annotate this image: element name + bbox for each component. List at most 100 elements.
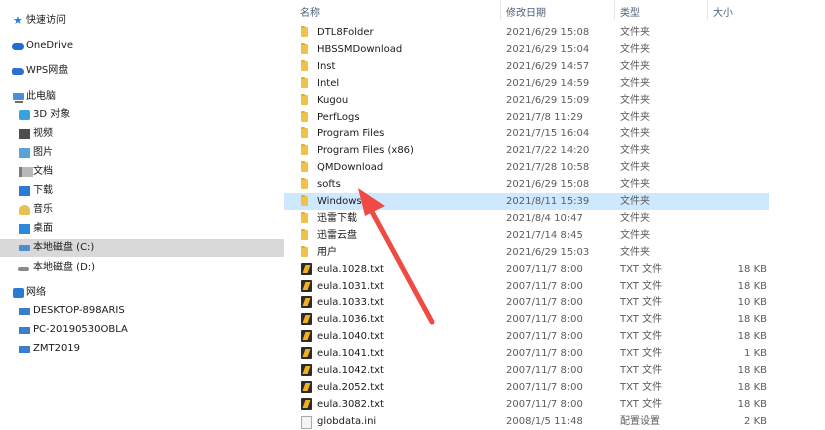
file-row[interactable]: PerfLogs 2021/7/8 11:29 文件夹 bbox=[284, 109, 769, 126]
folder-icon bbox=[301, 178, 308, 190]
file-row[interactable]: Program Files (x86) 2021/7/22 14:20 文件夹 bbox=[284, 142, 769, 159]
file-date: 2021/7/14 8:45 bbox=[506, 229, 583, 241]
file-type: 文件夹 bbox=[620, 196, 650, 207]
file-row[interactable]: Kugou 2021/6/29 15:09 文件夹 bbox=[284, 92, 769, 109]
folder-icon bbox=[301, 144, 308, 156]
music-icon bbox=[19, 205, 30, 215]
document-icon bbox=[19, 167, 33, 177]
file-date: 2021/7/15 16:04 bbox=[506, 128, 590, 140]
file-size: 18 KB bbox=[737, 365, 767, 376]
file-row[interactable]: eula.2052.txt 2007/11/7 8:00 TXT 文件 18 KB bbox=[284, 379, 769, 396]
file-type: 配置设置 bbox=[620, 415, 660, 427]
nav-wps-drive[interactable]: WPS网盘 bbox=[0, 62, 284, 80]
file-name: eula.1031.txt bbox=[317, 280, 384, 292]
file-date: 2021/8/4 10:47 bbox=[506, 212, 583, 224]
nav-label: 视频 bbox=[33, 128, 53, 139]
file-name: QMDownload bbox=[317, 162, 384, 174]
nav-music[interactable]: 音乐 bbox=[0, 201, 284, 219]
picture-icon bbox=[19, 148, 30, 158]
nav-label: 下载 bbox=[33, 185, 53, 196]
file-row[interactable]: 迅雷云盘 2021/7/14 8:45 文件夹 bbox=[284, 227, 769, 244]
file-row[interactable]: Program Files 2021/7/15 16:04 文件夹 bbox=[284, 125, 769, 142]
column-divider[interactable] bbox=[707, 0, 708, 20]
nav-network[interactable]: 网络 bbox=[0, 284, 284, 302]
nav-this-pc[interactable]: 此电脑 bbox=[0, 88, 284, 106]
file-date: 2007/11/7 8:00 bbox=[506, 263, 583, 275]
file-row[interactable]: QMDownload 2021/7/28 10:58 文件夹 bbox=[284, 159, 769, 176]
text-file-icon bbox=[301, 347, 312, 360]
folder-icon bbox=[301, 59, 308, 71]
file-date: 2007/11/7 8:00 bbox=[506, 348, 583, 360]
nav-network-host[interactable]: ZMT2019 bbox=[0, 340, 284, 358]
column-divider[interactable] bbox=[614, 0, 615, 20]
nav-documents[interactable]: 文档 bbox=[0, 163, 284, 181]
file-row[interactable]: eula.1042.txt 2007/11/7 8:00 TXT 文件 18 KB bbox=[284, 362, 769, 379]
nav-label: 桌面 bbox=[33, 223, 53, 234]
cloud-icon bbox=[12, 43, 24, 50]
column-header-date[interactable]: 修改日期 bbox=[506, 4, 546, 19]
file-type: TXT 文件 bbox=[620, 365, 663, 376]
file-name: Program Files bbox=[317, 128, 385, 140]
computer-icon bbox=[19, 346, 30, 353]
file-name: 用户 bbox=[317, 246, 337, 258]
nav-drive-c[interactable]: 本地磁盘 (C:) bbox=[0, 239, 284, 257]
file-type: TXT 文件 bbox=[620, 297, 663, 309]
file-row[interactable]: eula.1033.txt 2007/11/7 8:00 TXT 文件 10 KB bbox=[284, 294, 769, 311]
file-name: softs bbox=[317, 179, 341, 191]
file-date: 2021/6/29 14:57 bbox=[506, 60, 590, 72]
nav-downloads[interactable]: 下载 bbox=[0, 182, 284, 200]
file-name: eula.1028.txt bbox=[317, 263, 384, 275]
file-type: 文件夹 bbox=[620, 60, 650, 72]
nav-quick-access[interactable]: ★ 快速访问 bbox=[0, 12, 284, 30]
file-row[interactable]: eula.1031.txt 2007/11/7 8:00 TXT 文件 18 KB bbox=[284, 278, 769, 295]
nav-network-host[interactable]: DESKTOP-898ARIS bbox=[0, 302, 284, 320]
file-date: 2007/11/7 8:00 bbox=[506, 297, 583, 309]
file-name: 迅雷云盘 bbox=[317, 229, 357, 241]
column-header-size[interactable]: 大小 bbox=[713, 4, 733, 19]
file-row[interactable]: Windows 2021/8/11 15:39 文件夹 bbox=[284, 193, 769, 210]
drive-icon bbox=[18, 267, 29, 271]
file-row[interactable]: 用户 2021/6/29 15:03 文件夹 bbox=[284, 244, 769, 261]
file-row[interactable]: globdata.ini 2008/1/5 11:48 配置设置 2 KB bbox=[284, 413, 769, 430]
file-date: 2021/6/29 14:59 bbox=[506, 77, 590, 89]
text-file-icon bbox=[301, 364, 312, 376]
nav-pictures[interactable]: 图片 bbox=[0, 144, 284, 162]
file-date: 2021/6/29 15:09 bbox=[506, 94, 590, 106]
file-name: Program Files (x86) bbox=[317, 145, 414, 157]
file-type: 文件夹 bbox=[620, 111, 650, 123]
file-size: 10 KB bbox=[737, 297, 767, 309]
nav-drive-d[interactable]: 本地磁盘 (D:) bbox=[0, 259, 284, 277]
folder-icon bbox=[301, 110, 308, 122]
file-row[interactable]: Intel 2021/6/29 14:59 文件夹 bbox=[284, 75, 769, 92]
folder-icon bbox=[301, 245, 308, 257]
text-file-icon bbox=[301, 296, 312, 309]
column-divider[interactable] bbox=[500, 0, 501, 20]
file-row[interactable]: HBSSMDownload 2021/6/29 15:04 文件夹 bbox=[284, 41, 769, 58]
nav-onedrive[interactable]: OneDrive bbox=[0, 37, 284, 55]
nav-network-host[interactable]: PC-20190530OBLA bbox=[0, 321, 284, 339]
file-date: 2007/11/7 8:00 bbox=[506, 280, 583, 292]
text-file-icon bbox=[301, 380, 312, 393]
file-row[interactable]: DTL8Folder 2021/6/29 15:08 文件夹 bbox=[284, 24, 769, 41]
column-header-type[interactable]: 类型 bbox=[620, 4, 640, 19]
file-row[interactable]: eula.1036.txt 2007/11/7 8:00 TXT 文件 18 KB bbox=[284, 311, 769, 328]
file-row[interactable]: eula.3082.txt 2007/11/7 8:00 TXT 文件 18 KB bbox=[284, 396, 769, 413]
file-row[interactable]: 迅雷下载 2021/8/4 10:47 文件夹 bbox=[284, 210, 769, 227]
file-row[interactable]: softs 2021/6/29 15:08 文件夹 bbox=[284, 176, 769, 193]
nav-label: ZMT2019 bbox=[33, 343, 81, 354]
file-size: 18 KB bbox=[737, 331, 767, 343]
text-file-icon bbox=[301, 330, 312, 343]
file-name: eula.1042.txt bbox=[317, 365, 384, 376]
file-row[interactable]: eula.1028.txt 2007/11/7 8:00 TXT 文件 18 KB bbox=[284, 261, 769, 278]
nav-videos[interactable]: 视频 bbox=[0, 125, 284, 143]
nav-3d-objects[interactable]: 3D 对象 bbox=[0, 106, 284, 124]
text-file-icon bbox=[301, 397, 312, 410]
file-row[interactable]: eula.1041.txt 2007/11/7 8:00 TXT 文件 1 KB bbox=[284, 345, 769, 362]
file-row[interactable]: eula.1040.txt 2007/11/7 8:00 TXT 文件 18 KB bbox=[284, 328, 769, 345]
file-row[interactable]: Inst 2021/6/29 14:57 文件夹 bbox=[284, 58, 769, 75]
column-header-name[interactable]: 名称 bbox=[300, 4, 320, 19]
nav-desktop[interactable]: 桌面 bbox=[0, 220, 284, 238]
file-type: 文件夹 bbox=[620, 77, 650, 89]
file-type: 文件夹 bbox=[620, 43, 650, 55]
download-icon bbox=[19, 186, 30, 196]
